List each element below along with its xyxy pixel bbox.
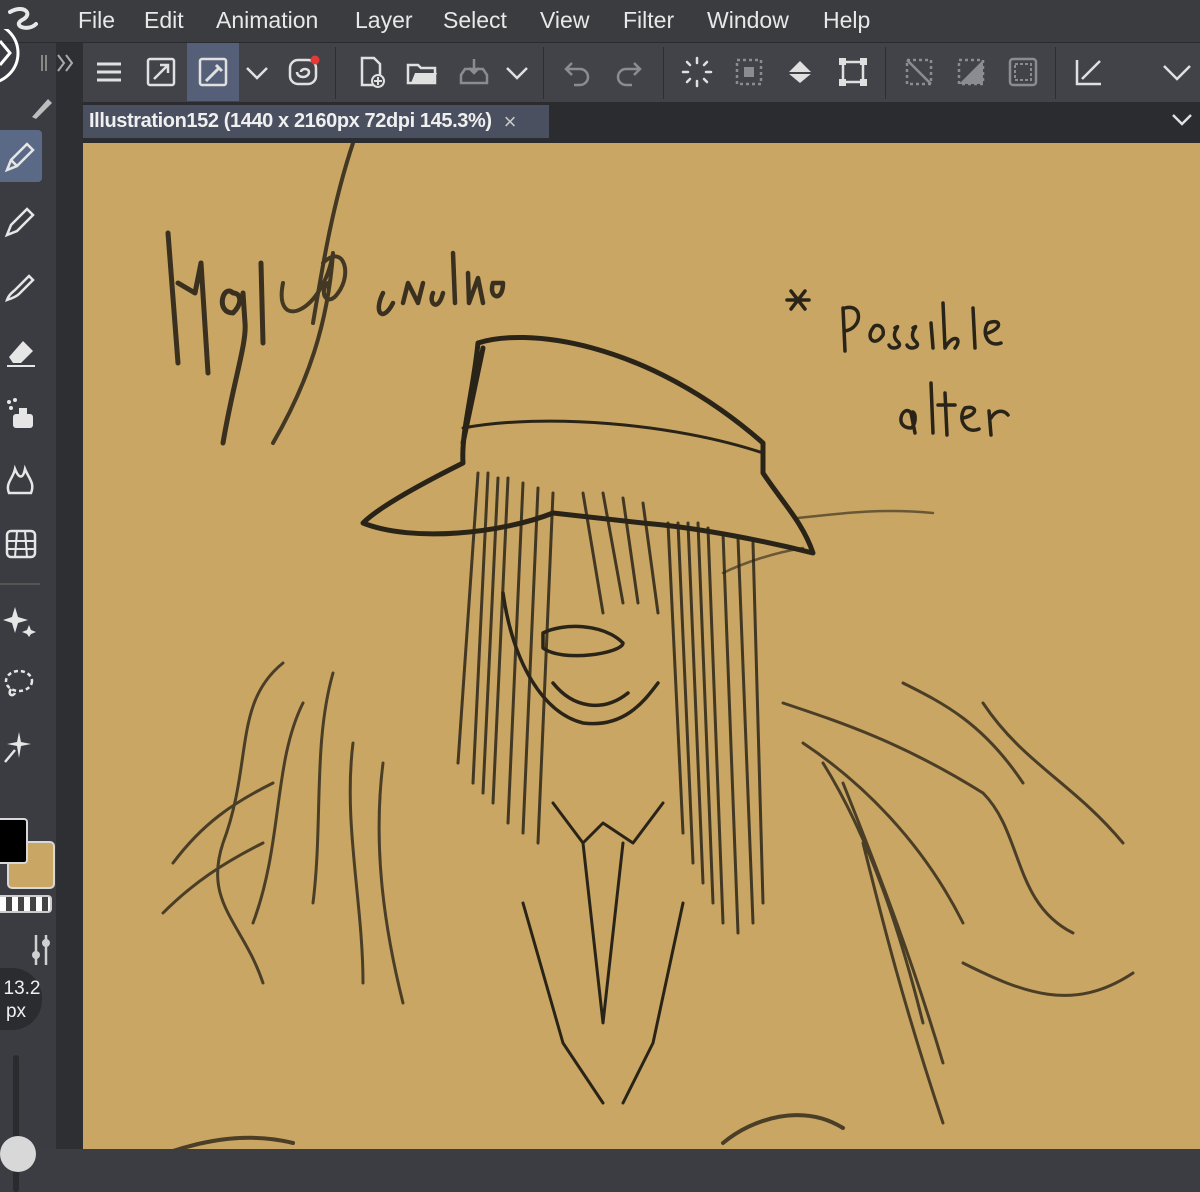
face-outline: [501, 591, 660, 726]
menu-bar: File Edit Animation Layer Select View Fi…: [0, 0, 1200, 43]
brush-size-unit: px: [5, 1001, 27, 1022]
document-tab-title: Illustration152 (1440 x 2160px 72dpi 145…: [89, 110, 492, 132]
slider-settings-icon[interactable]: [30, 933, 54, 967]
command-toolbar: [83, 43, 1200, 102]
new-file-icon[interactable]: [347, 43, 395, 101]
hat-band: [461, 419, 765, 455]
note-alter: [899, 381, 1010, 437]
wild-hair-right: [781, 681, 1135, 1125]
undo-icon[interactable]: [553, 43, 601, 101]
hamburger-menu-icon[interactable]: [85, 43, 133, 101]
save-tray-icon[interactable]: [450, 43, 498, 101]
chevron-down-icon[interactable]: [239, 43, 275, 101]
menu-animation[interactable]: Animation: [216, 6, 318, 34]
menu-edit[interactable]: Edit: [144, 6, 184, 34]
document-tab-bar: Illustration152 (1440 x 2160px 72dpi 145…: [83, 102, 1200, 138]
asterisk-mark: [785, 289, 811, 311]
main-color-swatch[interactable]: [0, 818, 28, 864]
fill-bucket-icon[interactable]: [777, 43, 825, 101]
toolbar-divider: [1055, 47, 1056, 99]
handwritten-name-stroke-2: [271, 143, 355, 445]
menu-help[interactable]: Help: [823, 6, 870, 34]
document-tab[interactable]: Illustration152 (1440 x 2160px 72dpi 145…: [83, 105, 549, 138]
invert-selection-icon[interactable]: [947, 43, 995, 101]
toolbar-divider: [543, 47, 544, 99]
selection-dots-icon[interactable]: [725, 43, 773, 101]
lasso-tool-icon[interactable]: [0, 657, 42, 709]
menu-layer[interactable]: Layer: [355, 6, 413, 34]
menu-filter[interactable]: Filter: [623, 6, 674, 34]
chevron-down-icon[interactable]: [499, 43, 535, 101]
brush-size-value: 13.2: [3, 978, 41, 999]
arrow-corner-icon[interactable]: [1065, 43, 1113, 101]
spiral-record-icon[interactable]: [279, 43, 327, 101]
resize-icon[interactable]: [137, 43, 185, 101]
menu-file[interactable]: File: [78, 6, 115, 34]
tool-divider: [0, 583, 40, 585]
tab-list-chevron-icon[interactable]: [1170, 108, 1194, 132]
airbrush-tool-icon[interactable]: [0, 388, 42, 440]
brush-size-slider-knob[interactable]: [0, 1136, 36, 1172]
toolbar-divider: [885, 47, 886, 99]
sparkle-tool-icon[interactable]: [0, 593, 42, 645]
eraser-tool-icon[interactable]: [0, 325, 42, 377]
collar-and-tie: [521, 801, 685, 1105]
handwritten-name-stroke-3: [376, 250, 506, 317]
transparent-color-swatch[interactable]: [0, 895, 52, 913]
eyedropper-icon[interactable]: [187, 43, 239, 101]
menu-window[interactable]: Window: [707, 6, 789, 34]
pen-tool-icon[interactable]: [0, 130, 42, 182]
sketch-artwork: [161, 143, 1135, 1149]
magic-wand-icon[interactable]: [0, 720, 42, 772]
wild-hair-left: [161, 661, 405, 1005]
pen-mini-icon: [32, 99, 52, 119]
toolbar-divider: [335, 47, 336, 99]
perspective-grid-icon[interactable]: [0, 517, 42, 569]
partial-sketch-bottom: [172, 1113, 845, 1149]
open-folder-icon[interactable]: [398, 43, 446, 101]
transform-icon[interactable]: [829, 43, 877, 101]
close-tab-icon[interactable]: ×: [504, 110, 517, 132]
menu-view[interactable]: View: [540, 6, 589, 34]
collapse-panel-icon[interactable]: [38, 51, 82, 75]
pencil-tool-icon[interactable]: [0, 195, 42, 247]
toolbar-divider: [663, 47, 664, 99]
brush-tool-icon[interactable]: [0, 260, 42, 312]
menu-select[interactable]: Select: [443, 6, 507, 34]
note-possible: [841, 301, 1003, 353]
redo-icon[interactable]: [605, 43, 653, 101]
palette-circle-icon[interactable]: [0, 29, 22, 109]
chevron-down-icon[interactable]: [1157, 43, 1197, 101]
tool-strip: 13.2 px: [0, 29, 56, 1192]
tool-strip-edge: [41, 43, 83, 1149]
loading-spinner-icon[interactable]: [673, 43, 721, 101]
blend-tool-icon[interactable]: [0, 453, 42, 505]
deselect-icon[interactable]: [895, 43, 943, 101]
selection-frame-icon[interactable]: [999, 43, 1047, 101]
handwritten-name-stroke-1: [165, 230, 266, 446]
drawing-canvas[interactable]: [83, 138, 1200, 1149]
